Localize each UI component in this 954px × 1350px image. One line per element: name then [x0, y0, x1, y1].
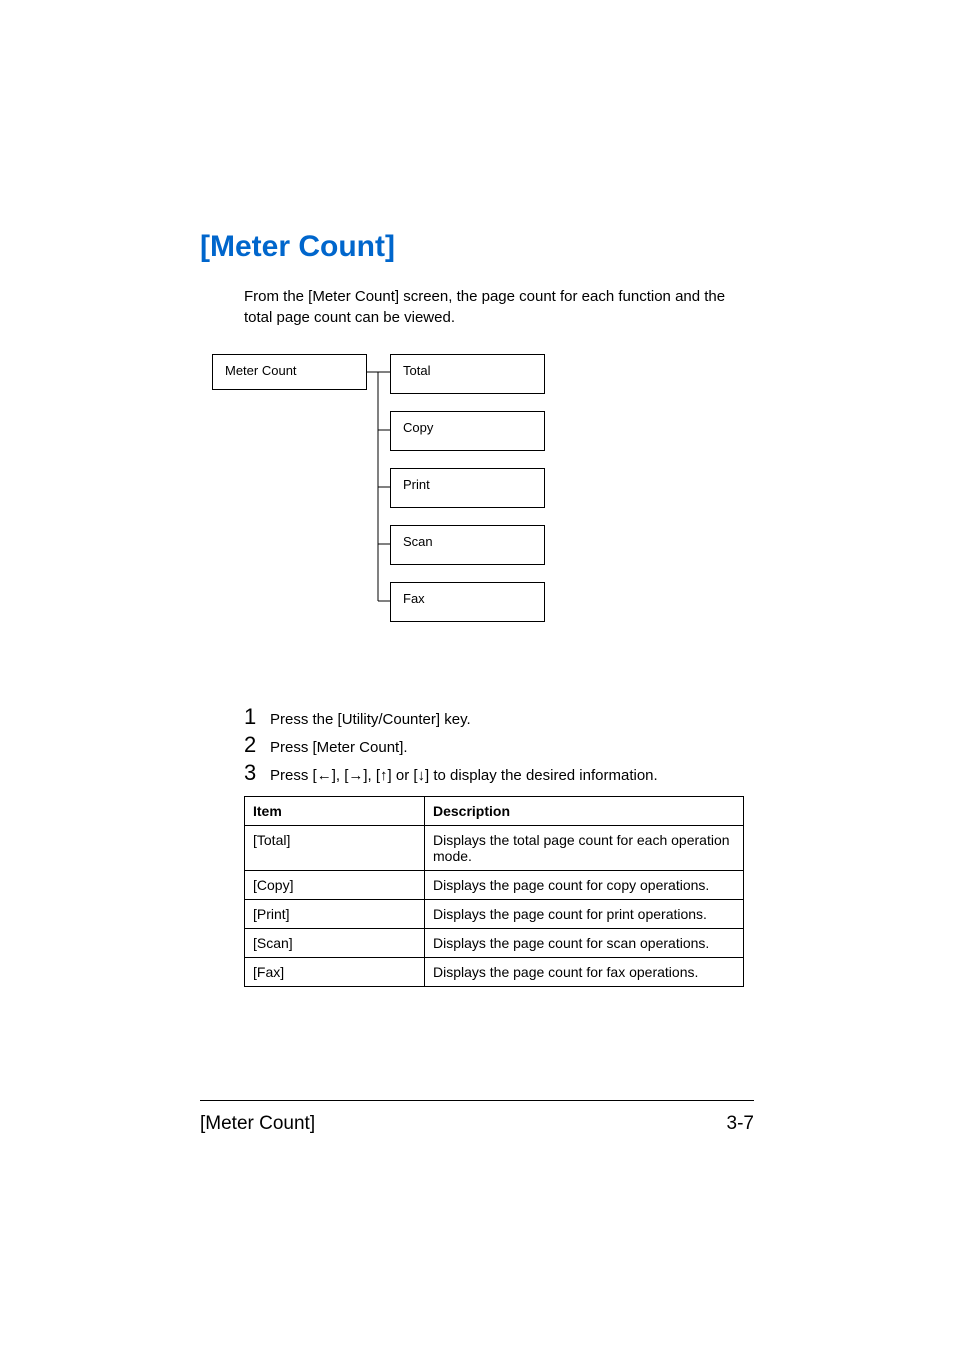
cell-item: [Scan] — [245, 929, 425, 958]
tree-root-box: Meter Count — [212, 354, 367, 390]
step-text: Press [Meter Count]. — [270, 739, 408, 756]
step-1: 1 Press the [Utility/Counter] key. — [244, 704, 754, 730]
tree-child-copy: Copy — [390, 411, 545, 451]
step-number: 3 — [244, 760, 264, 786]
step-2: 2 Press [Meter Count]. — [244, 732, 754, 758]
tree-child-print: Print — [390, 468, 545, 508]
header-item: Item — [245, 797, 425, 826]
footer-rule — [200, 1100, 754, 1101]
table-header-row: Item Description — [245, 797, 744, 826]
down-arrow-icon: ↓ — [418, 767, 426, 784]
cell-desc: Displays the page count for copy operati… — [425, 871, 744, 900]
cell-item: [Print] — [245, 900, 425, 929]
footer-section-title: [Meter Count] — [200, 1113, 315, 1135]
table-row: [Scan] Displays the page count for scan … — [245, 929, 744, 958]
cell-desc: Displays the total page count for each o… — [425, 826, 744, 871]
menu-tree-diagram: Meter Count Total Copy Print Scan Fax — [212, 354, 754, 644]
section-heading: [Meter Count] — [200, 230, 754, 264]
cell-item: [Copy] — [245, 871, 425, 900]
cell-item: [Fax] — [245, 958, 425, 987]
cell-item: [Total] — [245, 826, 425, 871]
table-row: [Copy] Displays the page count for copy … — [245, 871, 744, 900]
step-3: 3 Press [←], [→], [↑] or [↓] to display … — [244, 760, 754, 786]
cell-desc: Displays the page count for scan operati… — [425, 929, 744, 958]
step-text: Press [←], [→], [↑] or [↓] to display th… — [270, 767, 658, 784]
cell-desc: Displays the page count for fax operatio… — [425, 958, 744, 987]
intro-paragraph: From the [Meter Count] screen, the page … — [244, 286, 754, 328]
table-row: [Print] Displays the page count for prin… — [245, 900, 744, 929]
procedure-steps: 1 Press the [Utility/Counter] key. 2 Pre… — [244, 704, 754, 786]
up-arrow-icon: ↑ — [380, 767, 388, 784]
step-text: Press the [Utility/Counter] key. — [270, 711, 471, 728]
right-arrow-icon: → — [348, 767, 363, 784]
tree-child-total: Total — [390, 354, 545, 394]
page-footer: [Meter Count] 3-7 — [200, 1100, 754, 1135]
tree-child-scan: Scan — [390, 525, 545, 565]
step-number: 1 — [244, 704, 264, 730]
footer-page-number: 3-7 — [727, 1113, 754, 1135]
table-row: [Fax] Displays the page count for fax op… — [245, 958, 744, 987]
left-arrow-icon: ← — [317, 767, 332, 784]
tree-child-fax: Fax — [390, 582, 545, 622]
cell-desc: Displays the page count for print operat… — [425, 900, 744, 929]
header-description: Description — [425, 797, 744, 826]
step-number: 2 — [244, 732, 264, 758]
description-table: Item Description [Total] Displays the to… — [244, 796, 744, 987]
table-row: [Total] Displays the total page count fo… — [245, 826, 744, 871]
